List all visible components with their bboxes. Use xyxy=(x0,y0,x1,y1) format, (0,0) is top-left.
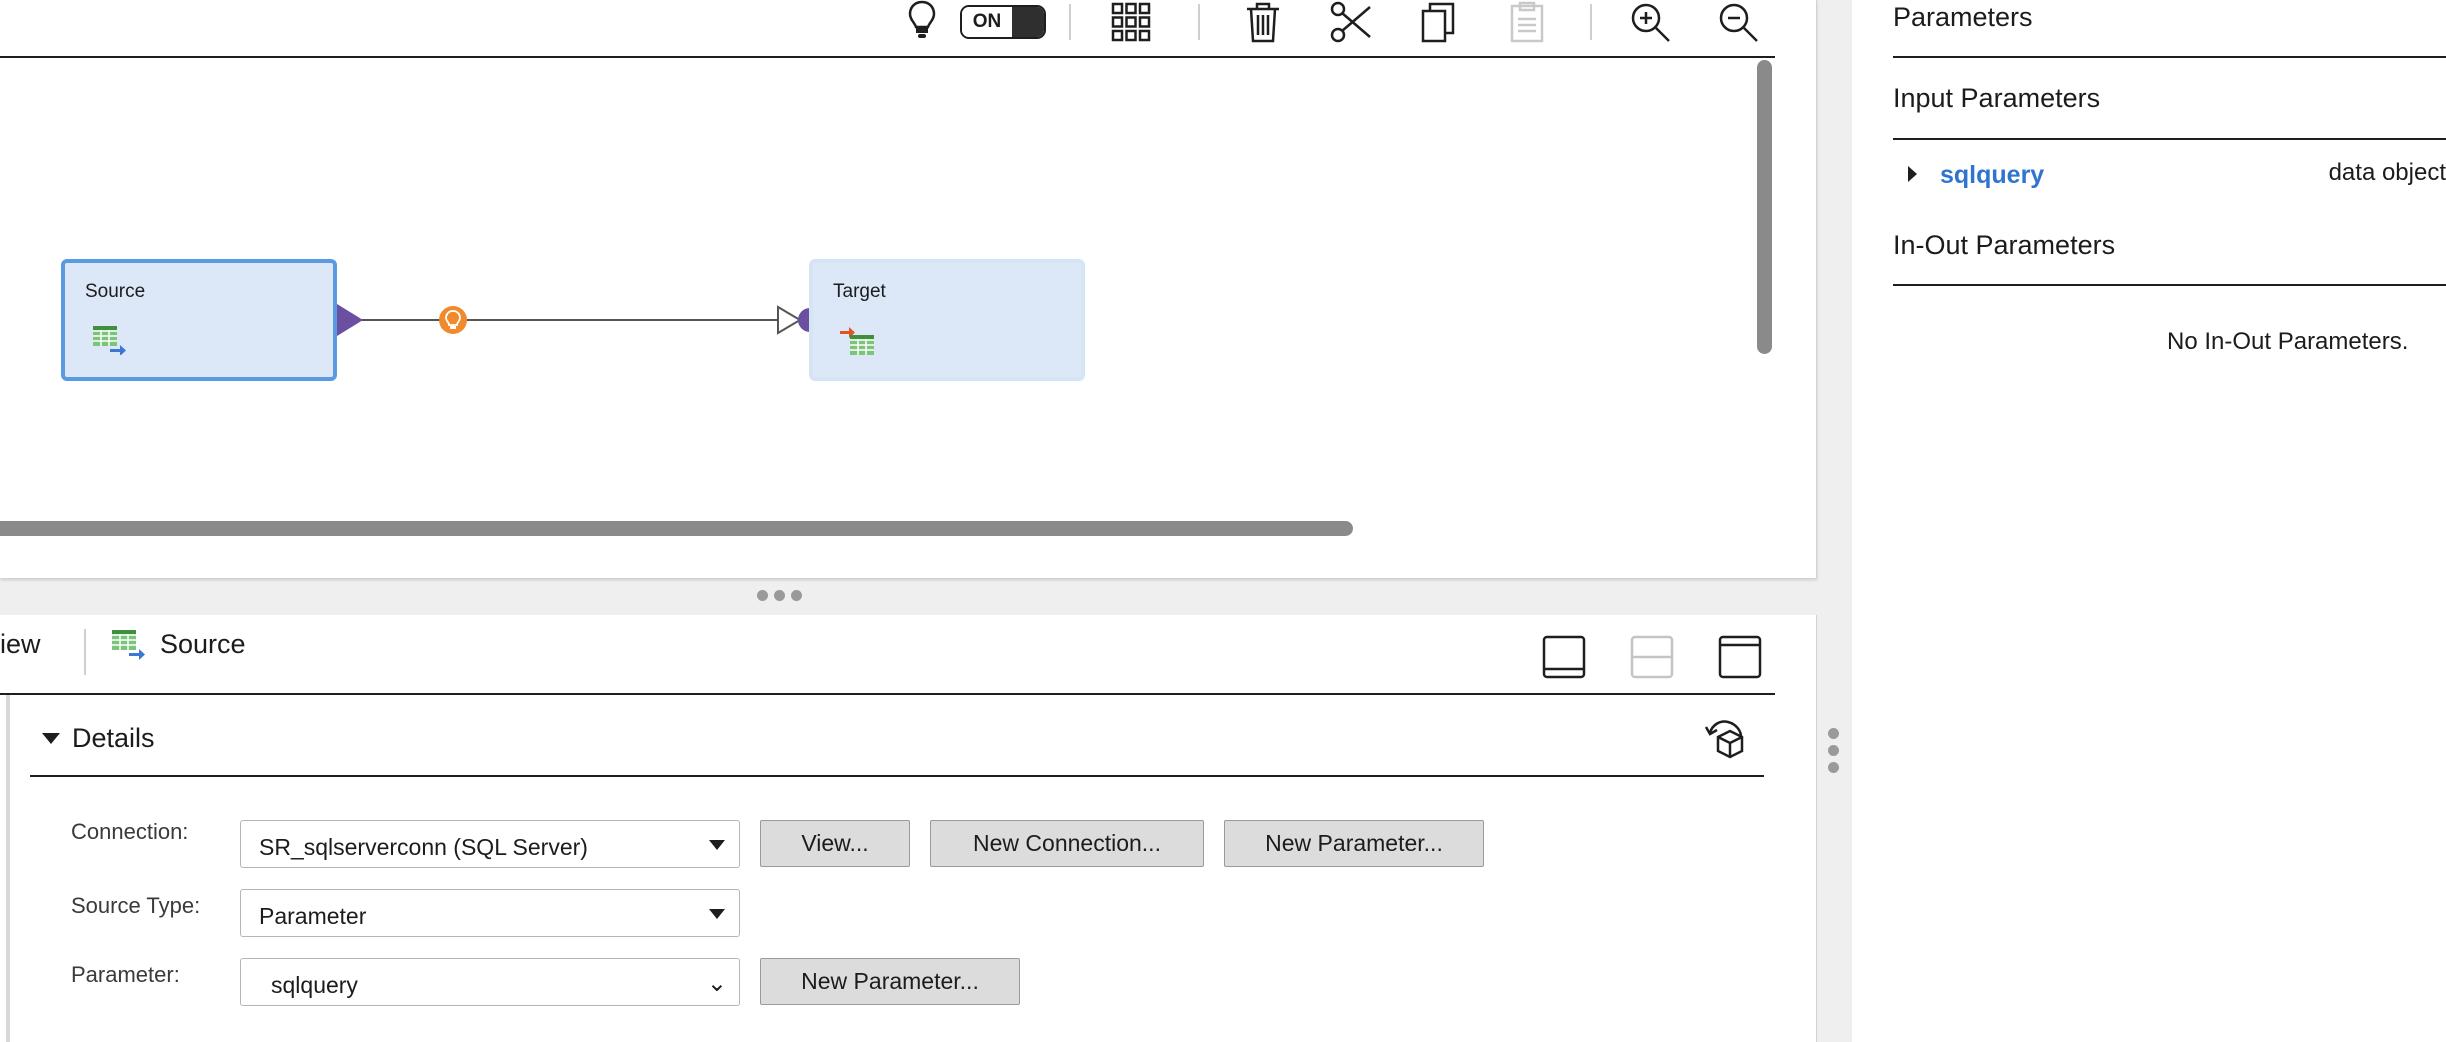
source-node-label: Source xyxy=(85,281,146,302)
side-panel-resize-handle[interactable] xyxy=(1828,728,1840,780)
source-type-value: Parameter xyxy=(259,903,367,929)
connection-value: SR_sqlserverconn (SQL Server) xyxy=(259,834,588,860)
properties-title: Source xyxy=(160,629,246,659)
details-section: Details Connection: SR_sqlserverconn (SQ… xyxy=(6,695,1781,1042)
details-header[interactable]: Details xyxy=(30,695,1764,777)
new-parameter-button-2[interactable]: New Parameter... xyxy=(760,958,1020,1005)
source-table-icon xyxy=(92,325,126,360)
scissors-icon[interactable] xyxy=(1327,0,1375,44)
parameter-name-link[interactable]: sqlquery xyxy=(1940,161,2044,190)
divider xyxy=(1893,138,2446,140)
new-parameter-button[interactable]: New Parameter... xyxy=(1224,820,1484,867)
chevron-down-icon: ⌄ xyxy=(706,970,727,997)
properties-panel: iew Source Details Connection: SR_sqlser… xyxy=(0,615,1817,1042)
divider xyxy=(1893,56,2446,58)
trash-icon[interactable] xyxy=(1239,0,1287,44)
parameters-title: Parameters xyxy=(1893,2,2033,32)
app-window: ON Source Target iew Source Details Conn… xyxy=(0,0,2446,1042)
target-node-label: Target xyxy=(833,281,886,302)
toolbar-divider xyxy=(1590,4,1592,40)
maximize-panel-icon[interactable] xyxy=(1718,635,1762,679)
new-connection-button[interactable]: New Connection... xyxy=(930,820,1204,867)
parameter-type: data object xyxy=(2328,159,2446,186)
parameters-panel: Parameters Input Parameters sqlquery dat… xyxy=(1852,0,2446,1042)
canvas-horizontal-scrollbar[interactable] xyxy=(0,521,1353,536)
source-table-icon xyxy=(111,629,145,666)
zoom-out-icon[interactable] xyxy=(1714,0,1762,44)
source-type-select[interactable]: Parameter xyxy=(240,889,740,937)
parameter-select[interactable]: sqlquery ⌄ xyxy=(240,958,740,1006)
details-title: Details xyxy=(72,723,155,753)
input-arrowhead xyxy=(777,305,802,335)
refresh-icon[interactable] xyxy=(1702,717,1748,766)
copy-icon[interactable] xyxy=(1414,0,1462,44)
split-view-icon xyxy=(1630,635,1674,679)
mapping-canvas-panel: ON Source Target xyxy=(0,0,1817,578)
empty-state-text: No In-Out Parameters. xyxy=(2167,328,2409,355)
output-port-arrow[interactable] xyxy=(337,304,363,336)
parameter-label: Parameter: xyxy=(71,962,180,987)
dropdown-arrow-icon xyxy=(709,840,725,850)
parameter-value: sqlquery xyxy=(271,972,358,998)
connection-select[interactable]: SR_sqlserverconn (SQL Server) xyxy=(240,820,740,868)
zoom-in-icon[interactable] xyxy=(1626,0,1674,44)
header-divider xyxy=(84,629,86,675)
properties-header: iew Source xyxy=(0,615,1775,695)
canvas-vertical-scrollbar[interactable] xyxy=(1757,60,1772,354)
divider xyxy=(1893,284,2446,286)
dock-bottom-icon[interactable] xyxy=(1542,635,1586,679)
target-table-icon xyxy=(840,325,876,362)
target-node[interactable]: Target xyxy=(809,259,1085,381)
paste-icon xyxy=(1503,0,1551,44)
source-node[interactable]: Source xyxy=(61,259,337,381)
input-parameters-heading: Input Parameters xyxy=(1893,83,2101,113)
chevron-right-icon[interactable] xyxy=(1908,166,1917,182)
inout-parameters-heading: In-Out Parameters xyxy=(1893,230,2116,260)
panel-resize-handle[interactable] xyxy=(757,590,809,602)
source-type-label: Source Type: xyxy=(71,893,201,918)
chevron-down-icon[interactable] xyxy=(42,733,60,744)
tab-overview[interactable]: iew xyxy=(0,629,41,660)
connection-label: Connection: xyxy=(71,819,189,844)
view-connection-button[interactable]: View... xyxy=(760,820,910,867)
dropdown-arrow-icon xyxy=(709,909,725,919)
